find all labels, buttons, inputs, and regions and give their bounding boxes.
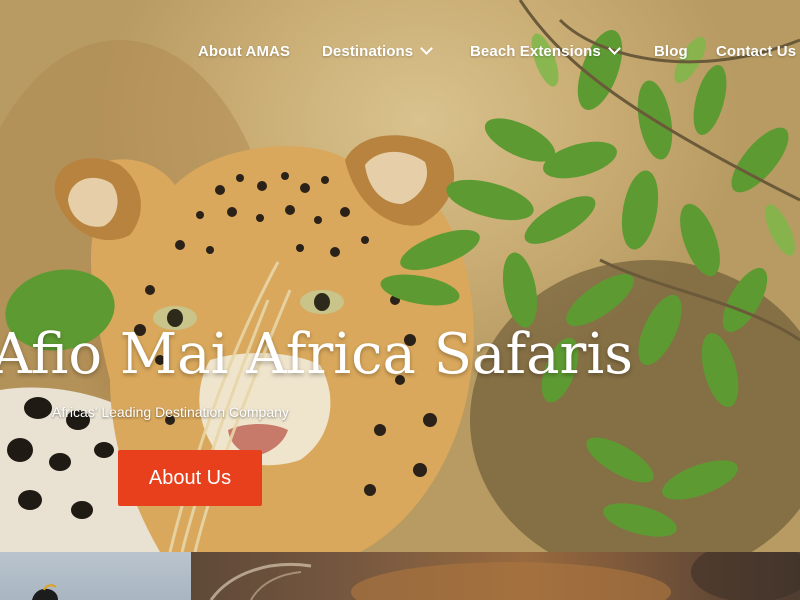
nav-item-label: About AMAS <box>198 43 291 60</box>
nav-item-contact-us[interactable]: Contact Us <box>716 43 796 60</box>
about-us-button[interactable]: About Us <box>118 450 262 506</box>
hero-title: o Afio Mai Africa Safaris <box>0 322 633 387</box>
hero-banner: About AMAS Destinations Beach Extensions… <box>0 0 800 552</box>
hero-subtitle: Africas' Leading Destination Company <box>52 404 289 420</box>
chevron-down-icon <box>420 42 434 55</box>
lion-image <box>209 552 800 600</box>
nav-item-label: Contact Us <box>716 43 797 60</box>
chevron-down-icon <box>607 42 621 55</box>
nav-item-beach-extensions[interactable]: Beach Extensions <box>470 42 621 60</box>
gallery-strip <box>0 552 800 600</box>
gallery-thumb-bird[interactable] <box>0 552 191 600</box>
nav-item-label: Beach Extensions <box>470 43 601 60</box>
nav-item-about-amas[interactable]: About AMAS <box>198 43 290 60</box>
nav-item-label: Destinations <box>322 43 414 60</box>
nav-item-destinations[interactable]: Destinations <box>322 42 434 60</box>
nav-item-label: Blog <box>654 43 688 60</box>
nav-item-blog[interactable]: Blog <box>654 43 688 60</box>
gallery-thumb-lion[interactable] <box>191 552 800 600</box>
bird-image <box>32 584 58 600</box>
main-nav: About AMAS Destinations Beach Extensions… <box>0 0 800 106</box>
